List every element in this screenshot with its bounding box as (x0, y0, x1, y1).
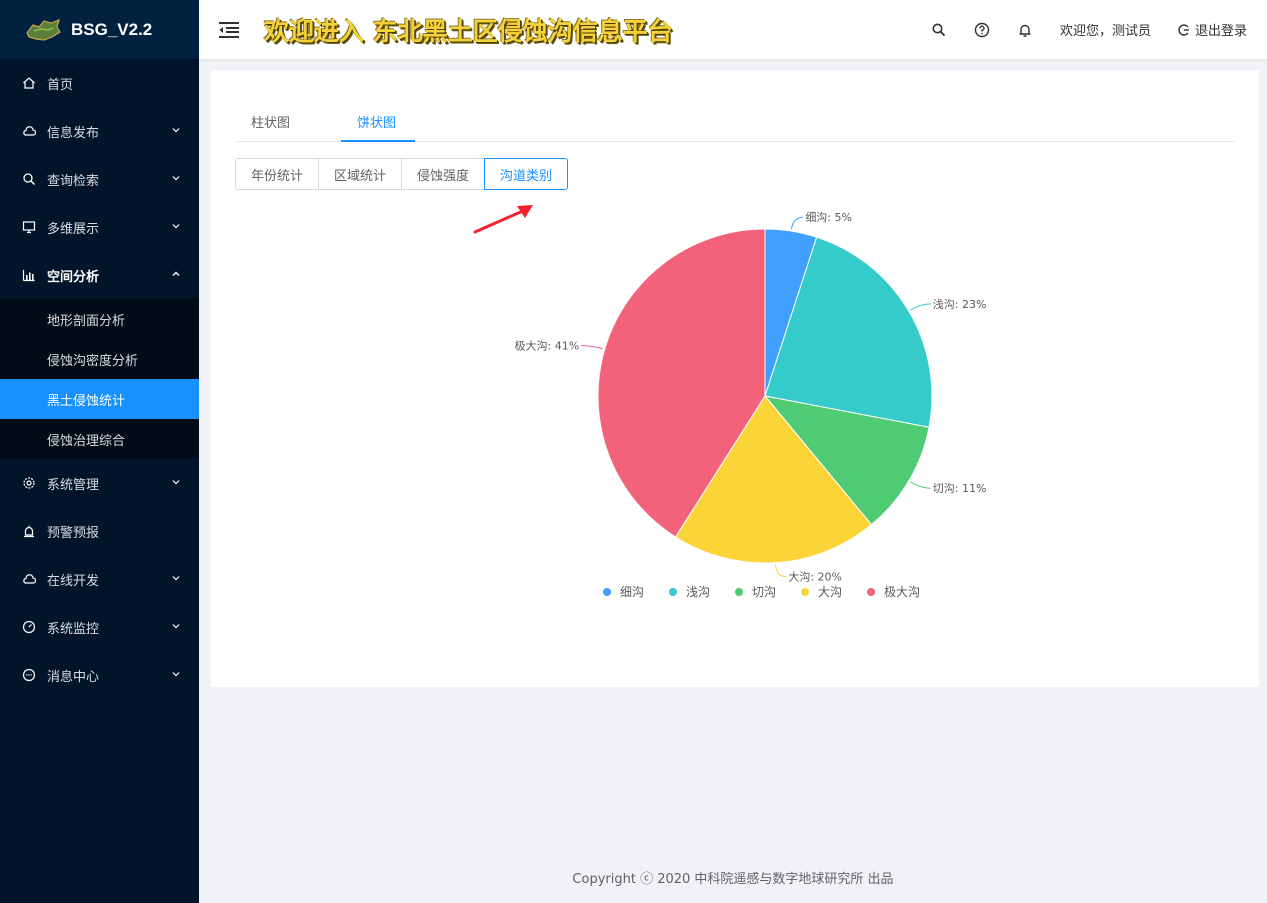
sidebar-item-label: 首页 (47, 77, 74, 93)
menu-fold-icon[interactable] (218, 21, 240, 39)
sidebar-item-label: 多维展示 (47, 221, 100, 237)
header-actions: 欢迎您，测试员 退出登录 (931, 0, 1247, 59)
pie-label-3: 大沟: 20% (788, 570, 842, 584)
sidebar-item-monitor[interactable]: 系统监控 (0, 603, 199, 651)
chevron-down-icon (172, 224, 180, 229)
chevron-down-icon (172, 624, 180, 629)
platform-banner-title: 欢迎进入 东北黑土区侵蚀沟信息平台 (264, 16, 673, 46)
legend-marker-4[interactable] (867, 588, 875, 596)
sidebar-item-online-dev[interactable]: 在线开发 (0, 555, 199, 603)
gear-icon (22, 476, 36, 490)
sidebar-item-label: 预警预报 (47, 525, 100, 541)
logout-icon (1178, 23, 1189, 36)
sidebar-item-warning[interactable]: 预警预报 (0, 507, 199, 555)
chevron-down-icon (172, 128, 180, 133)
tab-bar-chart[interactable]: 柱状图 (251, 112, 290, 131)
sidebar-item-label: 系统管理 (47, 477, 100, 493)
search-icon (22, 172, 36, 186)
pie-label-line-1 (910, 303, 931, 311)
footer-copyright: Copyright ⓒ 2020 中科院遥感与数字地球研究所 出品 (572, 872, 894, 887)
dashboard-icon (22, 620, 36, 634)
sidebar-item-label: 在线开发 (47, 573, 100, 589)
chevron-down-icon (172, 576, 180, 581)
legend-marker-0[interactable] (603, 588, 611, 596)
chevron-down-icon (172, 672, 180, 677)
gully-category-button[interactable]: 沟道类别 (484, 158, 569, 190)
pie-label-line-3 (775, 564, 787, 578)
cloud-icon (22, 124, 36, 138)
legend-label-4[interactable]: 极大沟 (884, 585, 920, 599)
bell-icon[interactable] (1017, 22, 1033, 38)
sidebar-subitem-gully-density[interactable]: 侵蚀沟密度分析 (0, 339, 199, 379)
stat-type-button-group: 年份统计 区域统计 侵蚀强度 沟道类别 (235, 158, 569, 190)
app-name: BSG_V2.2 (71, 19, 153, 39)
year-stats-button[interactable]: 年份统计 (235, 158, 320, 190)
top-header: 欢迎进入 东北黑土区侵蚀沟信息平台 欢迎您，测试员 退出登录 (199, 0, 1267, 59)
welcome-text: 欢迎您，测试员 (1059, 24, 1151, 39)
sidebar-item-label: 空间分析 (47, 269, 100, 285)
legend-label-0[interactable]: 细沟 (620, 585, 644, 599)
logo[interactable]: BSG_V2.2 (0, 0, 199, 59)
sidebar-subitem-erosion-stats[interactable]: 黑土侵蚀统计 (0, 379, 199, 419)
sidebar-item-query[interactable]: 查询检索 (0, 155, 199, 203)
sidebar-item-label: 信息发布 (47, 125, 100, 141)
active-tab-indicator (341, 140, 415, 142)
sidebar-item-spatial-analysis[interactable]: 空间分析 (0, 251, 199, 299)
sidebar: BSG_V2.2 首页 信息发布 查询检索 多维展示 空间分析 地形剖面分析 侵… (0, 0, 199, 903)
chevron-up-icon (172, 271, 180, 276)
pie-label-0: 细沟: 5% (805, 211, 852, 224)
sidebar-item-multi-display[interactable]: 多维展示 (0, 203, 199, 251)
logo-map-icon (26, 18, 61, 41)
spatial-analysis-submenu: 地形剖面分析 侵蚀沟密度分析 黑土侵蚀统计 侵蚀治理综合 (0, 299, 199, 459)
legend-label-2[interactable]: 切沟 (752, 585, 776, 599)
chat-icon (22, 668, 36, 682)
pie-label-1: 浅沟: 23% (933, 298, 987, 311)
pie-label-line-4 (581, 345, 603, 350)
home-icon (22, 76, 36, 90)
erosion-intensity-button[interactable]: 侵蚀强度 (401, 158, 486, 190)
legend-label-3[interactable]: 大沟 (818, 585, 842, 599)
bar-chart-icon (22, 268, 36, 282)
red-annotation-arrow (473, 205, 533, 234)
sidebar-item-info-publish[interactable]: 信息发布 (0, 107, 199, 155)
monitor-icon (22, 220, 36, 234)
legend-marker-1[interactable] (669, 588, 677, 596)
logout-label: 退出登录 (1194, 24, 1247, 39)
sidebar-item-messages[interactable]: 消息中心 (0, 651, 199, 699)
search-icon[interactable] (931, 22, 947, 38)
sidebar-subitem-erosion-control[interactable]: 侵蚀治理综合 (0, 419, 199, 459)
content-card: 细沟: 5% 浅沟: 23% 切沟: 11% 大沟: 20% 极大沟: 41% 细沟 浅沟 切… (211, 70, 1259, 687)
legend-marker-3[interactable] (801, 588, 809, 596)
sidebar-item-home[interactable]: 首页 (0, 59, 199, 107)
chevron-down-icon (172, 176, 180, 181)
chevron-down-icon (172, 480, 180, 485)
chart-tabs: 柱状图 饼状图 (235, 106, 1235, 142)
pie-label-line-2 (910, 481, 931, 489)
sidebar-item-system-admin[interactable]: 系统管理 (0, 459, 199, 507)
sidebar-item-label: 查询检索 (47, 173, 100, 189)
legend-label-1[interactable]: 浅沟 (686, 585, 710, 599)
pie-label-4: 极大沟: 41% (515, 339, 580, 353)
pie-label-line-0 (790, 216, 804, 230)
tab-pie-chart[interactable]: 饼状图 (357, 112, 396, 131)
sidebar-subitem-terrain-profile[interactable]: 地形剖面分析 (0, 299, 199, 339)
region-stats-button[interactable]: 区域统计 (318, 158, 403, 190)
logout-button[interactable]: 退出登录 (1177, 20, 1247, 39)
cloud-icon (22, 572, 36, 586)
sidebar-item-label: 系统监控 (47, 621, 100, 637)
pie-label-2: 切沟: 11% (933, 482, 987, 495)
help-icon[interactable] (974, 22, 990, 38)
sidebar-item-label: 消息中心 (47, 669, 100, 685)
alarm-icon (22, 524, 36, 538)
legend-marker-2[interactable] (735, 588, 743, 596)
